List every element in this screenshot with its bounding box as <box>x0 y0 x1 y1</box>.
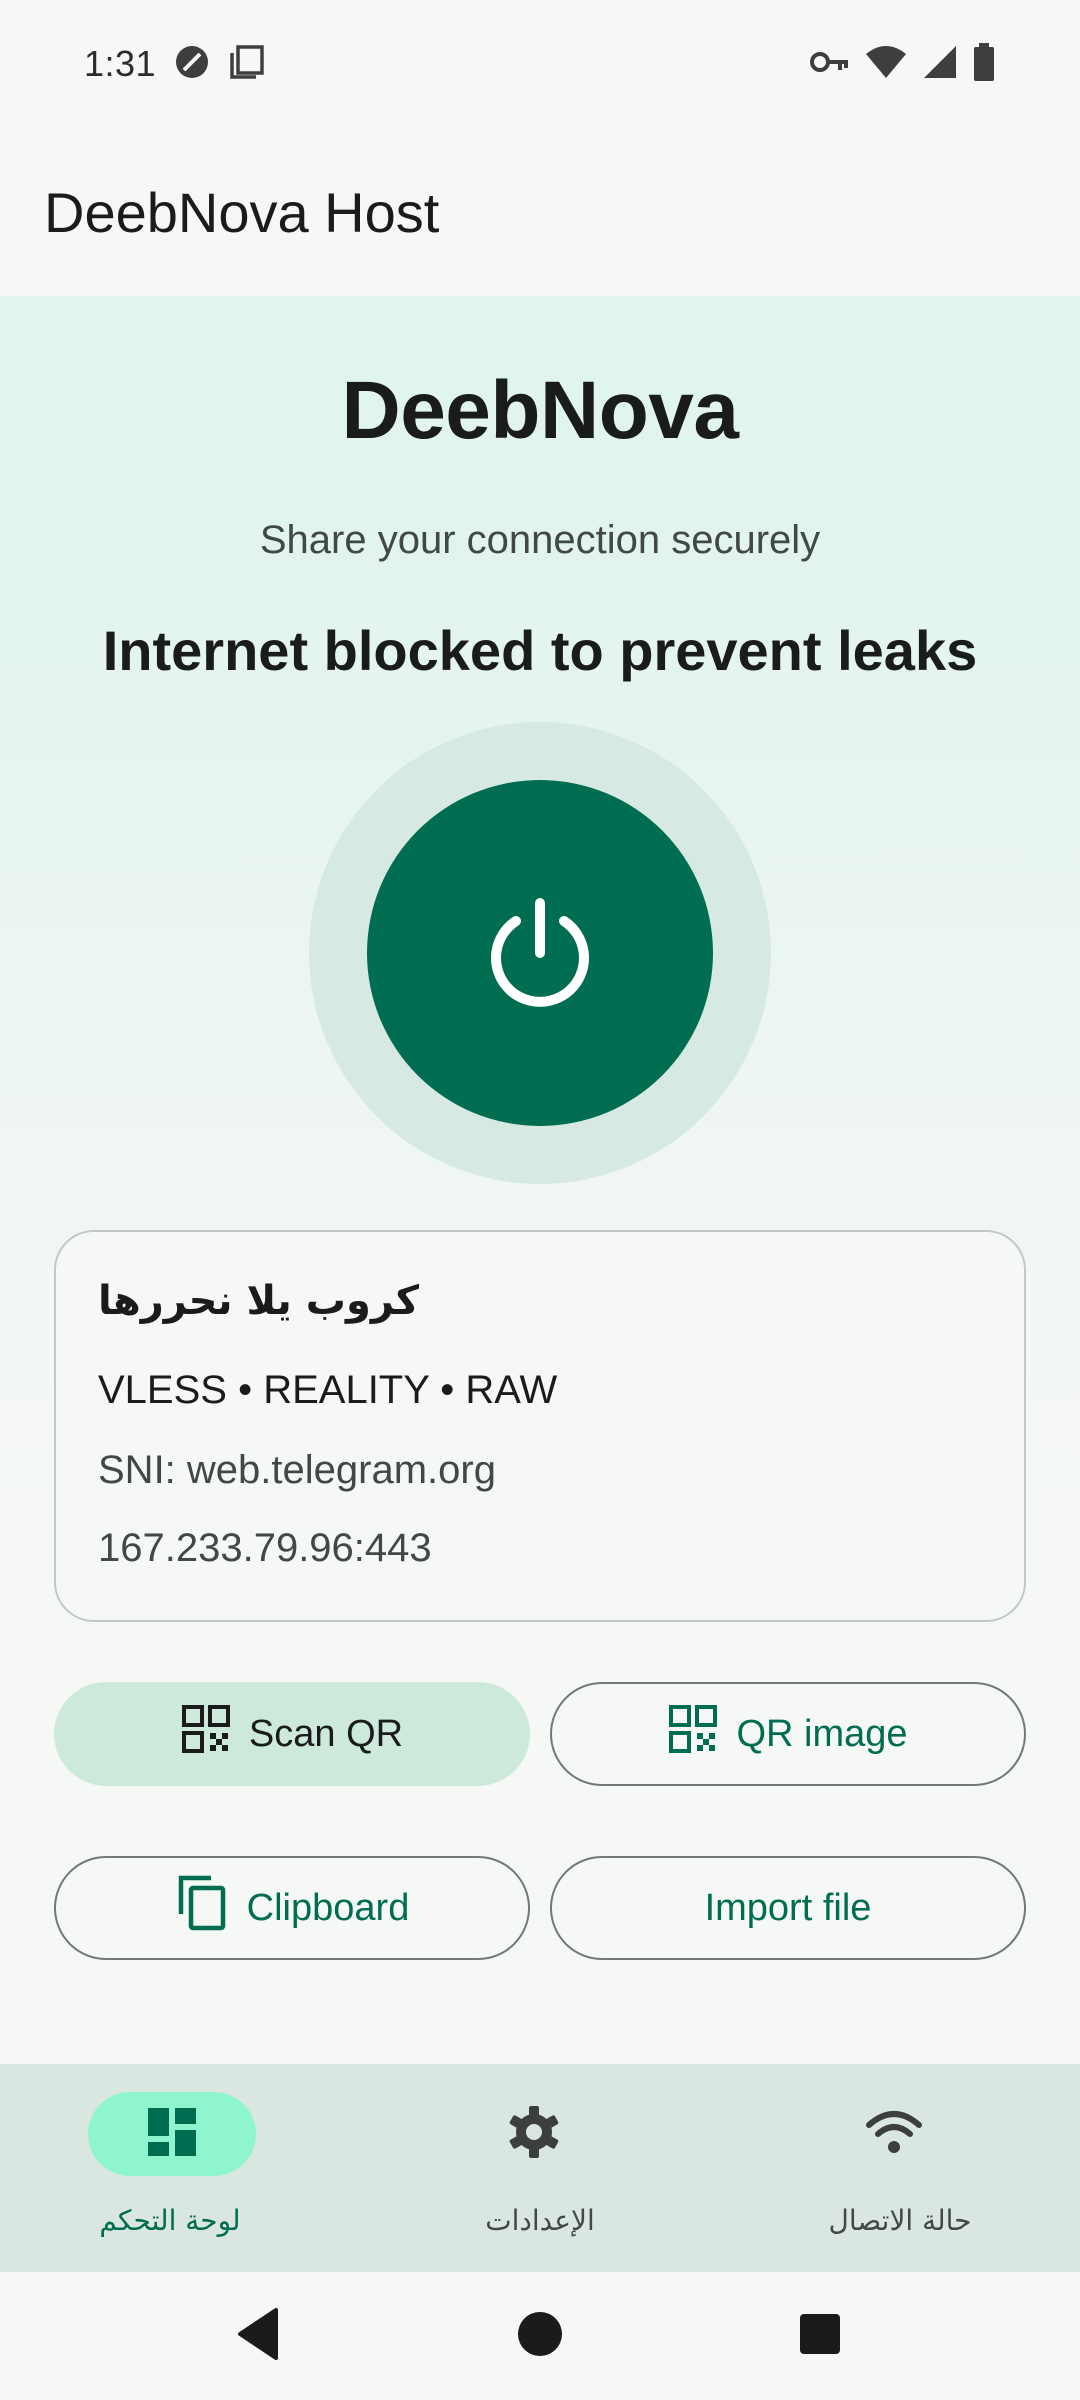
recents-button[interactable] <box>788 2302 852 2366</box>
dashboard-icon <box>146 2106 198 2163</box>
bottom-navigation: لوحة التحكم الإعدادات حالة الاتصال <box>0 2064 1080 2272</box>
status-bar: 1:31 <box>0 0 1080 128</box>
status-left: 1:31 <box>84 43 266 86</box>
nav-indicator-settings <box>450 2092 618 2176</box>
nav-indicator-connection-status <box>810 2092 978 2176</box>
import-file-label: Import file <box>704 1886 872 1929</box>
battery-icon <box>972 42 996 86</box>
vpn-key-icon <box>810 48 850 81</box>
status-time: 1:31 <box>84 43 157 84</box>
nav-label-dashboard: لوحة التحكم <box>99 2204 241 2237</box>
config-name: كروب يلا نحررها <box>98 1278 419 1324</box>
scan-qr-label: Scan QR <box>248 1712 404 1755</box>
main-content: DeebNova Share your connection securely … <box>0 296 1080 2064</box>
qr-code-icon <box>181 1704 231 1764</box>
copy-icon <box>175 1874 229 1942</box>
qr-image-button[interactable]: QR image <box>550 1682 1026 1786</box>
brand-title: DeebNova <box>341 365 739 456</box>
home-circle-icon <box>508 2312 572 2370</box>
system-navigation-bar <box>0 2272 1080 2400</box>
home-button[interactable] <box>508 2302 572 2366</box>
wifi-icon <box>864 44 908 85</box>
copy-notification-icon <box>228 43 266 86</box>
tagline: Share your connection securely <box>259 518 821 562</box>
nav-label-connection-status: حالة الاتصال <box>828 2204 972 2237</box>
qr-code-icon <box>668 1704 718 1764</box>
nav-item-connection-status[interactable]: حالة الاتصال <box>720 2064 1080 2272</box>
back-triangle-icon <box>228 2308 292 2370</box>
nav-item-dashboard[interactable]: لوحة التحكم <box>0 2064 360 2272</box>
scan-qr-button[interactable]: Scan QR <box>54 1682 530 1786</box>
power-button[interactable] <box>367 780 713 1126</box>
nav-item-settings[interactable]: الإعدادات <box>360 2064 720 2272</box>
power-icon <box>480 891 600 1016</box>
config-card[interactable]: كروب يلا نحررها VLESS • REALITY • RAW SN… <box>54 1230 1026 1622</box>
qr-image-label: QR image <box>736 1712 908 1755</box>
back-button[interactable] <box>228 2302 292 2366</box>
clipboard-button[interactable]: Clipboard <box>54 1856 530 1960</box>
nav-active-indicator <box>88 2092 256 2176</box>
do-not-disturb-icon <box>174 44 210 85</box>
import-file-button[interactable]: Import file <box>550 1856 1026 1960</box>
config-address: 167.233.79.96:443 <box>98 1526 432 1570</box>
connection-status-message: Internet blocked to prevent leaks <box>102 619 978 682</box>
config-protocol: VLESS • REALITY • RAW <box>98 1368 558 1412</box>
app-bar: DeebNova Host <box>0 128 1080 296</box>
recents-square-icon <box>788 2314 852 2370</box>
settings-icon <box>506 2104 562 2165</box>
config-sni: SNI: web.telegram.org <box>98 1448 496 1492</box>
app-title: DeebNova Host <box>44 180 440 244</box>
cellular-signal-icon <box>922 44 958 85</box>
nav-label-settings: الإعدادات <box>485 2204 595 2237</box>
clipboard-label: Clipboard <box>246 1886 410 1929</box>
wifi-icon <box>865 2109 923 2160</box>
status-right <box>810 42 996 86</box>
